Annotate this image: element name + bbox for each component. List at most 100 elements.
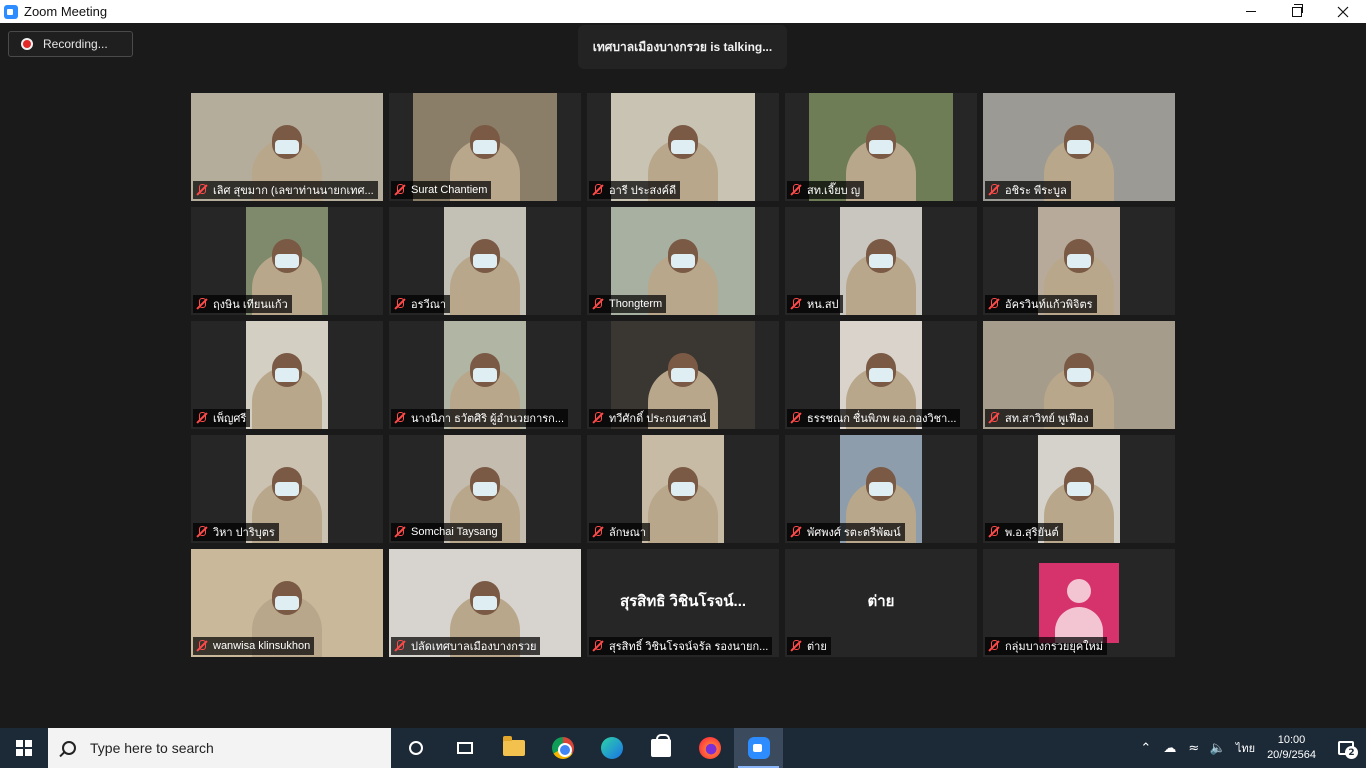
task-view-icon (456, 742, 473, 754)
recording-label: Recording... (43, 37, 108, 51)
participant-tile[interactable]: สท.สาวิทย์ พูเฟือง (983, 321, 1175, 429)
participant-name-tag: สท.เจี๊ยบ ญ (787, 181, 865, 199)
cortana-button[interactable] (391, 728, 440, 768)
participant-tile[interactable]: Surat Chantiem (389, 93, 581, 201)
mic-muted-icon (790, 640, 802, 652)
participant-tile[interactable]: ฤงษิน เทียนแก้ว (191, 207, 383, 315)
mic-muted-icon (394, 298, 406, 310)
participant-tile[interactable]: เลิศ สุขมาก (เลขาท่านนายกเทศ... (191, 93, 383, 201)
participant-name-tag: อารี ประสงค์ดี (589, 181, 681, 199)
participant-name-tag: ทวีศักดิ์ ประกมศาสน์ (589, 409, 711, 427)
edge-button[interactable] (587, 728, 636, 768)
participant-tile[interactable]: วิหา ปาริบุตร (191, 435, 383, 543)
participant-name: อารี ประสงค์ดี (609, 185, 677, 197)
default-avatar-icon (1039, 563, 1119, 643)
participant-name-tag: นางนิภา ธวัตศิริ ผู้อำนวยการก... (391, 409, 568, 427)
chrome-button[interactable] (538, 728, 587, 768)
mic-muted-icon (592, 640, 604, 652)
participant-tile[interactable]: ทวีศักดิ์ ประกมศาสน์ (587, 321, 779, 429)
active-speaker-banner: เทศบาลเมืองบางกรวย is talking... (578, 25, 787, 69)
start-button[interactable] (0, 728, 48, 768)
file-explorer-button[interactable] (489, 728, 538, 768)
participant-name-tag: เพ็ญศรี (193, 409, 251, 427)
action-center-button[interactable]: 2 (1326, 728, 1366, 768)
participant-tile[interactable]: อรวีณา (389, 207, 581, 315)
participant-name: Somchai Taysang (411, 526, 498, 538)
participant-tile[interactable]: wanwisa klinsukhon (191, 549, 383, 657)
participant-name-tag: Thongterm (589, 295, 667, 313)
participant-tile[interactable]: สท.เจี๊ยบ ญ (785, 93, 977, 201)
participant-tile[interactable]: หน.สป (785, 207, 977, 315)
participant-tile[interactable]: พัศพงศ์ รตะตรีพัฒน์ (785, 435, 977, 543)
mic-muted-icon (988, 412, 1000, 424)
participant-tile[interactable]: Somchai Taysang (389, 435, 581, 543)
participant-name-tag: วิหา ปาริบุตร (193, 523, 279, 541)
participant-name: กลุ่มบางกรวยยุคใหม่ (1005, 641, 1104, 653)
face-mask (275, 254, 299, 268)
participant-name-tag: Surat Chantiem (391, 181, 492, 199)
close-button[interactable] (1320, 0, 1366, 23)
clock-date: 20/9/2564 (1267, 749, 1316, 761)
participant-name: สท.เจี๊ยบ ญ (807, 185, 861, 197)
window-title: Zoom Meeting (24, 4, 108, 19)
clock[interactable]: 10:00 20/9/2564 (1267, 733, 1316, 763)
face-mask (869, 140, 893, 154)
restore-button[interactable] (1274, 0, 1320, 23)
participant-name-tag: ธรรชณก ชื่นพิภพ ผอ.กองวิชา... (787, 409, 961, 427)
participant-tile[interactable]: อัครวินท์แก้วพิจิตร (983, 207, 1175, 315)
participant-name-tag: สุรสิทธิ์ วิชินโรจน์จรัล รองนายก... (589, 637, 773, 655)
face-mask (671, 482, 695, 496)
windows-taskbar: Type here to search ⌃ ☁ ≈ 🔈 ไทย 10:00 20… (0, 728, 1366, 768)
participant-tile[interactable]: ต่าย ต่าย (785, 549, 977, 657)
participant-name: ธรรชณก ชื่นพิภพ ผอ.กองวิชา... (807, 413, 957, 425)
participant-name: Surat Chantiem (411, 184, 488, 196)
face-mask (473, 482, 497, 496)
close-icon (1337, 6, 1349, 17)
participant-name-tag: อชิระ พีระบูล (985, 181, 1071, 199)
participant-name: พัศพงศ์ รตะตรีพัฒน์ (807, 527, 901, 539)
participant-tile[interactable]: เพ็ญศรี (191, 321, 383, 429)
firefox-button[interactable] (685, 728, 734, 768)
mic-muted-icon (394, 526, 406, 538)
participant-name: หน.สป (807, 299, 839, 311)
participant-name-tag: เลิศ สุขมาก (เลขาท่านนายกเทศ... (193, 181, 378, 199)
participant-tile[interactable]: อชิระ พีระบูล (983, 93, 1175, 201)
face-mask (1067, 482, 1091, 496)
participant-tile[interactable]: สุรสิทธิ วิชินโรจน์... สุรสิทธิ์ วิชินโรจ… (587, 549, 779, 657)
participant-tile[interactable]: นางนิภา ธวัตศิริ ผู้อำนวยการก... (389, 321, 581, 429)
participant-tile[interactable]: พ.อ.สุริยันต์ (983, 435, 1175, 543)
participant-tile[interactable]: ลักษณา (587, 435, 779, 543)
recording-indicator[interactable]: Recording... (8, 31, 133, 57)
participant-name: เลิศ สุขมาก (เลขาท่านนายกเทศ... (213, 185, 374, 197)
face-mask (473, 254, 497, 268)
participant-name: ต่าย (807, 641, 827, 653)
zoom-taskbar-button[interactable] (734, 728, 783, 768)
mic-muted-icon (592, 526, 604, 538)
participant-tile[interactable]: ธรรชณก ชื่นพิภพ ผอ.กองวิชา... (785, 321, 977, 429)
store-button[interactable] (636, 728, 685, 768)
face-mask (473, 596, 497, 610)
participant-name: อรวีณา (411, 299, 447, 311)
file-explorer-icon (502, 736, 525, 756)
wifi-icon[interactable]: ≈ (1182, 741, 1206, 756)
language-indicator[interactable]: ไทย (1236, 739, 1255, 757)
minimize-button[interactable] (1228, 0, 1274, 23)
volume-icon[interactable]: 🔈 (1206, 741, 1230, 756)
participant-video (642, 435, 724, 543)
firefox-icon (698, 737, 721, 759)
face-mask (1067, 140, 1091, 154)
participant-tile[interactable]: ปลัดเทศบาลเมืองบางกรวย (389, 549, 581, 657)
onedrive-icon[interactable]: ☁ (1158, 741, 1182, 756)
participant-tile[interactable]: Thongterm (587, 207, 779, 315)
task-view-button[interactable] (440, 728, 489, 768)
face-mask (473, 368, 497, 382)
mic-muted-icon (196, 184, 208, 196)
chevron-up-icon[interactable]: ⌃ (1134, 741, 1158, 756)
participant-tile[interactable]: กลุ่มบางกรวยยุคใหม่ (983, 549, 1175, 657)
mic-muted-icon (196, 526, 208, 538)
participant-name: สท.สาวิทย์ พูเฟือง (1005, 413, 1089, 425)
mic-muted-icon (988, 640, 1000, 652)
participant-name: Thongterm (609, 298, 663, 310)
taskbar-search-box[interactable]: Type here to search (48, 728, 391, 768)
participant-tile[interactable]: อารี ประสงค์ดี (587, 93, 779, 201)
